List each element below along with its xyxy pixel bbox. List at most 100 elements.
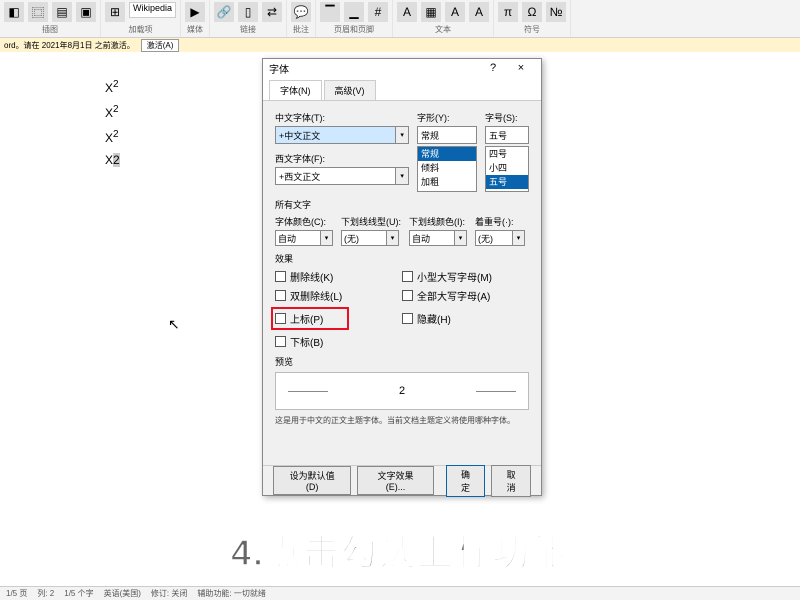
- dropdown-icon[interactable]: ▾: [321, 230, 333, 246]
- superscript-label: 上标(P): [290, 311, 323, 326]
- preview-sample: 2: [399, 385, 405, 397]
- chinese-font-combo[interactable]: ▾: [275, 126, 409, 144]
- activate-button[interactable]: 激活(A): [141, 39, 180, 52]
- tab-advanced[interactable]: 高级(V): [324, 80, 376, 100]
- size-list[interactable]: 四号 小四 五号: [485, 146, 529, 192]
- checkbox-double-strike[interactable]: [275, 290, 286, 301]
- list-item[interactable]: 常规: [418, 147, 476, 161]
- ribbon-group: 🔗 ▯ ⇄ 链接: [210, 0, 287, 37]
- chinese-font-label: 中文字体(T):: [275, 111, 409, 124]
- ribbon-label: 批注: [293, 24, 309, 35]
- icon-crossref[interactable]: ⇄: [262, 2, 282, 22]
- icon-chart[interactable]: ▤: [52, 2, 72, 22]
- ribbon-label: 加载项: [129, 24, 153, 35]
- style-label: 字形(Y):: [417, 111, 477, 124]
- status-lang[interactable]: 英语(美国): [104, 588, 141, 599]
- tab-font[interactable]: 字体(N): [269, 80, 322, 100]
- icon-3d[interactable]: ◧: [4, 2, 24, 22]
- style-list[interactable]: 常规 倾斜 加粗: [417, 146, 477, 192]
- icon-smartart[interactable]: ⿴: [28, 2, 48, 22]
- style-combo[interactable]: [417, 126, 477, 144]
- checkbox-strikethrough[interactable]: [275, 271, 286, 282]
- ribbon-label: 插图: [42, 24, 58, 35]
- close-button[interactable]: ×: [507, 62, 535, 74]
- icon-header[interactable]: ▔: [320, 2, 340, 22]
- icon-parts[interactable]: ▦: [421, 2, 441, 22]
- ribbon-group: ▶ 媒体: [181, 0, 210, 37]
- icon-link[interactable]: 🔗: [214, 2, 234, 22]
- size-combo[interactable]: [485, 126, 529, 144]
- icon-equation[interactable]: π: [498, 2, 518, 22]
- icon-bookmark[interactable]: ▯: [238, 2, 258, 22]
- checkbox-superscript[interactable]: [275, 313, 286, 324]
- chinese-font-input[interactable]: [275, 126, 396, 144]
- all-text-label: 所有文字: [275, 198, 529, 211]
- status-col[interactable]: 列: 2: [37, 588, 54, 599]
- dropdown-icon[interactable]: ▾: [396, 167, 409, 185]
- ribbon-label: 页眉和页脚: [334, 24, 374, 35]
- checkbox-smallcaps[interactable]: [402, 271, 413, 282]
- ribbon-group: ▔ ▁ # 页眉和页脚: [316, 0, 393, 37]
- icon-textbox[interactable]: A: [397, 2, 417, 22]
- list-item[interactable]: 小四: [486, 161, 528, 175]
- checkbox-subscript[interactable]: [275, 336, 286, 347]
- double-strike-label: 双删除线(L): [290, 288, 342, 303]
- cursor-icon: ↖: [168, 316, 180, 333]
- icon-video[interactable]: ▶: [185, 2, 205, 22]
- dropdown-icon[interactable]: ▾: [396, 126, 409, 144]
- selected-text: 2: [113, 153, 120, 167]
- checkbox-hidden[interactable]: [402, 313, 413, 324]
- underline-color-combo[interactable]: 自动▾: [409, 230, 467, 246]
- list-item[interactable]: 加粗: [418, 175, 476, 189]
- tutorial-caption: 4.点击勾选上标功能: [0, 524, 800, 576]
- hidden-label: 隐藏(H): [417, 311, 451, 326]
- style-input[interactable]: [417, 126, 477, 144]
- western-font-input[interactable]: [275, 167, 396, 185]
- list-item[interactable]: 四号: [486, 147, 528, 161]
- status-track[interactable]: 修订: 关闭: [151, 588, 187, 599]
- icon-pagenum[interactable]: #: [368, 2, 388, 22]
- preview-hint: 这是用于中文的正文主题字体。当前文档主题定义将使用哪种字体。: [275, 415, 529, 426]
- western-font-combo[interactable]: ▾: [275, 167, 409, 185]
- set-default-button[interactable]: 设为默认值(D): [273, 466, 351, 495]
- dialog-tabs: 字体(N) 高级(V): [263, 77, 541, 101]
- list-item[interactable]: 五号: [486, 175, 528, 189]
- ok-button[interactable]: 确定: [446, 465, 486, 497]
- status-a11y[interactable]: 辅助功能: 一切就绪: [197, 588, 265, 599]
- list-item[interactable]: 倾斜: [418, 161, 476, 175]
- text-effects-button[interactable]: 文字效果(E)...: [357, 466, 433, 495]
- dialog-titlebar: 字体 ? ×: [263, 59, 541, 77]
- icon-dropcap[interactable]: A: [469, 2, 489, 22]
- dropdown-icon[interactable]: ▾: [513, 230, 525, 246]
- emphasis-combo[interactable]: (无)▾: [475, 230, 525, 246]
- emphasis-label: 着重号(·):: [475, 215, 525, 228]
- checkbox-allcaps[interactable]: [402, 290, 413, 301]
- activation-text: ord。请在 2021年8月1日 之前激活。: [4, 40, 135, 51]
- icon-comment[interactable]: 💬: [291, 2, 311, 22]
- icon-symbol[interactable]: Ω: [522, 2, 542, 22]
- dropdown-icon[interactable]: ▾: [387, 230, 399, 246]
- underline-combo[interactable]: (无)▾: [341, 230, 401, 246]
- font-dialog: 字体 ? × 字体(N) 高级(V) 中文字体(T): ▾ 西文字体(F): ▾…: [262, 58, 542, 496]
- activation-bar: ord。请在 2021年8月1日 之前激活。 激活(A): [0, 38, 800, 52]
- status-chars[interactable]: 1/5 个字: [64, 588, 93, 599]
- cancel-button[interactable]: 取消: [491, 465, 531, 497]
- help-button[interactable]: ?: [479, 62, 507, 74]
- size-input[interactable]: [485, 126, 529, 144]
- font-color-combo[interactable]: 自动▾: [275, 230, 333, 246]
- icon-addin[interactable]: ⊞: [105, 2, 125, 22]
- status-page[interactable]: 1/5 页: [6, 588, 27, 599]
- icon-number[interactable]: №: [546, 2, 566, 22]
- icon-screenshot[interactable]: ▣: [76, 2, 96, 22]
- strikethrough-label: 删除线(K): [290, 269, 333, 284]
- icon-wordart[interactable]: A: [445, 2, 465, 22]
- dropdown-icon[interactable]: ▾: [455, 230, 467, 246]
- ribbon-group: π Ω № 符号: [494, 0, 571, 37]
- ribbon-group: ◧ ⿴ ▤ ▣ 插图: [0, 0, 101, 37]
- wikipedia-button[interactable]: Wikipedia: [129, 2, 176, 18]
- underline-label: 下划线线型(U):: [341, 215, 401, 228]
- font-color-label: 字体颜色(C):: [275, 215, 333, 228]
- icon-footer[interactable]: ▁: [344, 2, 364, 22]
- allcaps-label: 全部大写字母(A): [417, 288, 490, 303]
- underline-color-label: 下划线颜色(I):: [409, 215, 467, 228]
